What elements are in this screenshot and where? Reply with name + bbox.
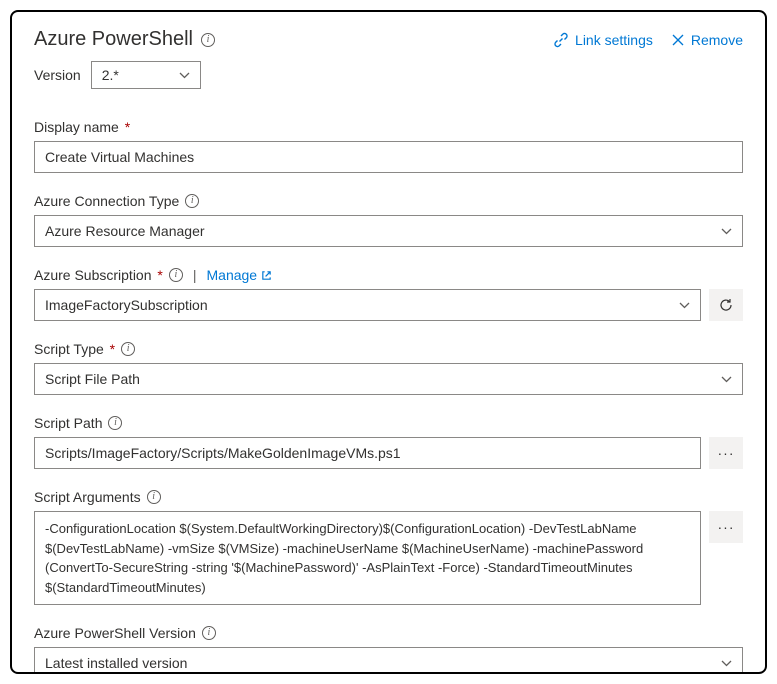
task-config-panel: Azure PowerShell i Link settings Remove xyxy=(10,10,767,674)
required-marker: * xyxy=(125,119,130,135)
version-select[interactable]: 2.* xyxy=(91,61,201,89)
page-title: Azure PowerShell xyxy=(34,28,193,51)
ps-version-field: Azure PowerShell Version i Latest instal… xyxy=(34,625,743,674)
field-label-row: Azure Subscription * i | Manage xyxy=(34,267,743,283)
separator: | xyxy=(193,267,197,283)
script-path-label: Script Path xyxy=(34,415,102,431)
field-label-row: Script Type * i xyxy=(34,341,743,357)
script-arguments-field: Script Arguments i ··· xyxy=(34,489,743,605)
info-icon[interactable]: i xyxy=(147,490,161,504)
info-icon[interactable]: i xyxy=(185,194,199,208)
script-arguments-input[interactable] xyxy=(34,511,701,605)
ps-version-value: Latest installed version xyxy=(45,655,187,671)
chevron-down-icon xyxy=(179,72,190,79)
manage-link[interactable]: Manage xyxy=(207,267,273,283)
link-icon xyxy=(553,32,569,48)
subscription-select[interactable]: ImageFactorySubscription xyxy=(34,289,701,321)
connection-type-value: Azure Resource Manager xyxy=(45,223,205,239)
input-row: ··· xyxy=(34,511,743,605)
field-label-row: Azure Connection Type i xyxy=(34,193,743,209)
link-settings-button[interactable]: Link settings xyxy=(553,32,653,48)
script-type-field: Script Type * i Script File Path xyxy=(34,341,743,395)
info-icon[interactable]: i xyxy=(202,626,216,640)
required-marker: * xyxy=(157,267,162,283)
info-icon[interactable]: i xyxy=(201,33,215,47)
info-icon[interactable]: i xyxy=(108,416,122,430)
chevron-down-icon xyxy=(721,660,732,667)
ps-version-label: Azure PowerShell Version xyxy=(34,625,196,641)
remove-button[interactable]: Remove xyxy=(671,32,743,48)
manage-label: Manage xyxy=(207,267,258,283)
subscription-field: Azure Subscription * i | Manage ImageFac… xyxy=(34,267,743,321)
required-marker: * xyxy=(110,341,115,357)
remove-label: Remove xyxy=(691,32,743,48)
subscription-label: Azure Subscription * xyxy=(34,267,163,283)
input-row: ··· xyxy=(34,437,743,469)
display-name-input[interactable] xyxy=(34,141,743,173)
script-arguments-label: Script Arguments xyxy=(34,489,141,505)
script-type-label: Script Type * xyxy=(34,341,115,357)
script-path-field: Script Path i ··· xyxy=(34,415,743,469)
version-value: 2.* xyxy=(102,67,119,83)
field-label-row: Display name * xyxy=(34,119,743,135)
version-label: Version xyxy=(34,67,81,83)
field-label-row: Azure PowerShell Version i xyxy=(34,625,743,641)
script-path-input[interactable] xyxy=(34,437,701,469)
external-link-icon xyxy=(261,270,272,281)
script-type-select[interactable]: Script File Path xyxy=(34,363,743,395)
link-settings-label: Link settings xyxy=(575,32,653,48)
input-row: ImageFactorySubscription xyxy=(34,289,743,321)
connection-type-field: Azure Connection Type i Azure Resource M… xyxy=(34,193,743,247)
display-name-field: Display name * xyxy=(34,119,743,173)
ellipsis-icon: ··· xyxy=(718,519,735,535)
chevron-down-icon xyxy=(721,228,732,235)
refresh-button[interactable] xyxy=(709,289,743,321)
connection-type-label: Azure Connection Type xyxy=(34,193,179,209)
header-actions: Link settings Remove xyxy=(553,32,743,48)
display-name-label: Display name * xyxy=(34,119,130,135)
browse-button[interactable]: ··· xyxy=(709,437,743,469)
chevron-down-icon xyxy=(679,302,690,309)
connection-type-select[interactable]: Azure Resource Manager xyxy=(34,215,743,247)
header-row: Azure PowerShell i Link settings Remove xyxy=(34,28,743,51)
info-icon[interactable]: i xyxy=(121,342,135,356)
field-label-row: Script Path i xyxy=(34,415,743,431)
close-icon xyxy=(671,33,685,47)
expand-button[interactable]: ··· xyxy=(709,511,743,543)
ellipsis-icon: ··· xyxy=(718,445,735,461)
refresh-icon xyxy=(718,297,734,313)
subscription-value: ImageFactorySubscription xyxy=(45,297,208,313)
ps-version-select[interactable]: Latest installed version xyxy=(34,647,743,674)
version-row: Version 2.* xyxy=(34,61,743,89)
field-label-row: Script Arguments i xyxy=(34,489,743,505)
chevron-down-icon xyxy=(721,376,732,383)
title-wrap: Azure PowerShell i xyxy=(34,28,215,51)
script-type-value: Script File Path xyxy=(45,371,140,387)
info-icon[interactable]: i xyxy=(169,268,183,282)
